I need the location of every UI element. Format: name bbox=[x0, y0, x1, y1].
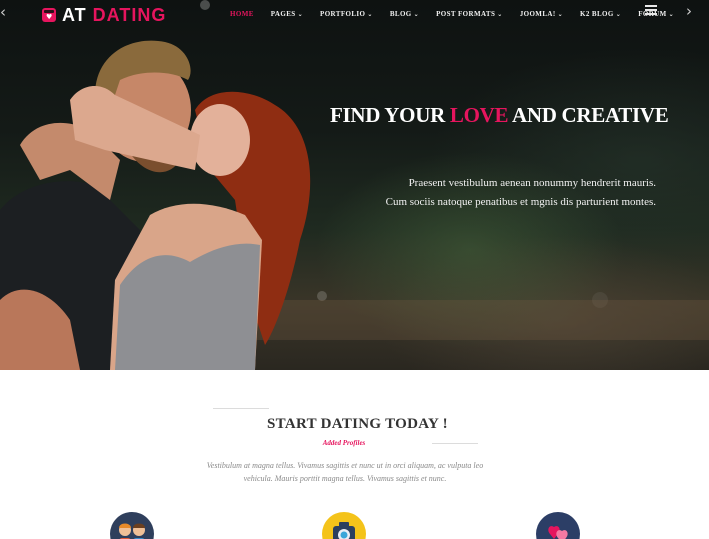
chevron-down-icon: ⌄ bbox=[615, 10, 622, 18]
divider bbox=[213, 408, 269, 409]
chevron-down-icon: ⌄ bbox=[413, 10, 420, 18]
chevron-down-icon: ⌄ bbox=[497, 10, 503, 18]
chevron-right-icon[interactable]: › bbox=[686, 2, 692, 20]
hamburger-menu-icon[interactable] bbox=[645, 5, 657, 19]
logo-prefix: AT bbox=[62, 4, 87, 25]
hero-line-2: Cum sociis natoque penatibus et mgnis di… bbox=[385, 196, 656, 208]
nav-item-pages[interactable]: PAGES ⌄ bbox=[271, 10, 303, 18]
nav-item-home[interactable]: HOME bbox=[230, 10, 254, 18]
section-title: START DATING TODAY ! bbox=[267, 416, 448, 432]
chevron-down-icon: ⌄ bbox=[367, 10, 373, 18]
nav-item-joomla[interactable]: JOOMLA! ⌄ bbox=[520, 10, 563, 18]
nav-item-portfolio[interactable]: PORTFOLIO ⌄ bbox=[320, 10, 373, 18]
hero-headline: FIND YOUR LOVE AND CREATIVE bbox=[330, 103, 669, 127]
main-menu: HOME PAGES ⌄ PORTFOLIO ⌄ BLOG ⌄ POST FORMAT… bbox=[230, 10, 691, 18]
chevron-left-icon[interactable]: ‹ bbox=[0, 3, 6, 21]
section-subtitle: Added Profiles bbox=[322, 439, 366, 447]
chevron-down-icon: ⌄ bbox=[668, 10, 675, 18]
hearts-icon[interactable] bbox=[536, 512, 580, 539]
logo-accent: DATING bbox=[92, 4, 167, 25]
site-logo[interactable]: ♥ AT DATING bbox=[42, 4, 166, 26]
nav-item-k2-blog[interactable]: K2 BLOG ⌄ bbox=[580, 10, 621, 18]
camera-icon[interactable] bbox=[322, 512, 366, 539]
calendar-heart-icon: ♥ bbox=[42, 8, 56, 22]
hero-banner: ‹ ♥ AT DATING HOME PAGES ⌄ PORTFOLIO ⌄ BLO… bbox=[0, 0, 709, 370]
hero-line-1: Praesent vestibulum aenean nonummy hendr… bbox=[408, 177, 656, 189]
chevron-down-icon: ⌄ bbox=[297, 10, 304, 18]
section-description: Vestibulum at magna tellus. Vivamus sagi… bbox=[206, 461, 484, 483]
chevron-down-icon: ⌄ bbox=[557, 10, 564, 18]
nav-item-post-formats[interactable]: POST FORMATS ⌄ bbox=[436, 10, 503, 18]
nav-item-blog[interactable]: BLOG ⌄ bbox=[390, 10, 419, 18]
couple-icon[interactable] bbox=[110, 512, 154, 539]
top-navigation: ‹ ♥ AT DATING HOME PAGES ⌄ PORTFOLIO ⌄ BLO… bbox=[0, 0, 709, 30]
hero-description: Praesent vestibulum aenean nonummy hendr… bbox=[360, 174, 656, 212]
